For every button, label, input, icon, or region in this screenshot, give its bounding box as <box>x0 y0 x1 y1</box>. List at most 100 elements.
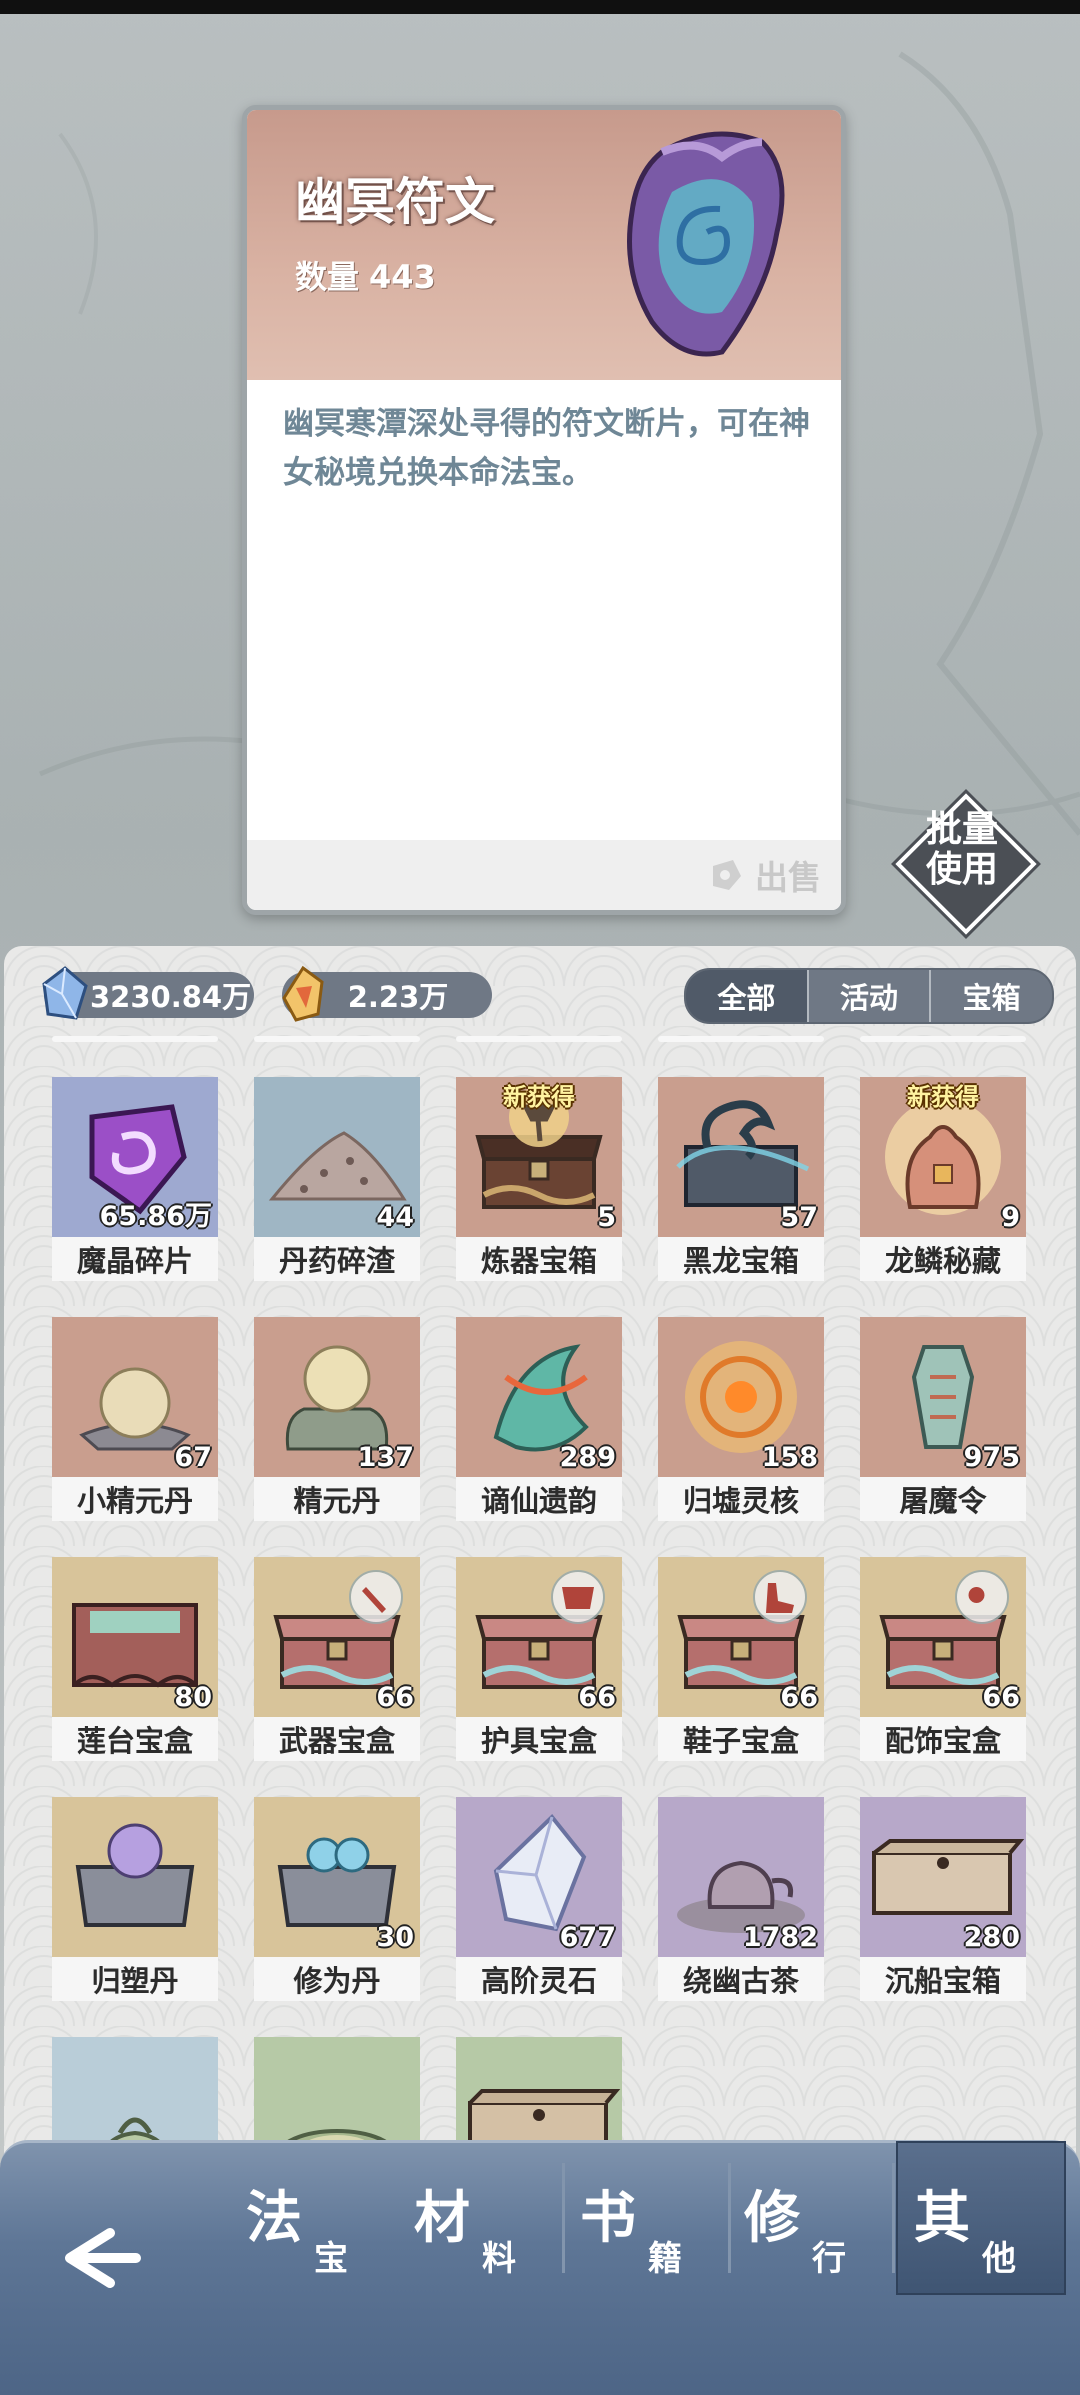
item-name: 沉船宝箱 <box>860 1957 1026 2001</box>
item-icon-frame: 30 <box>254 1797 420 1957</box>
inventory-slot[interactable]: 66 护具宝盒 <box>456 1557 622 1767</box>
item-icon-frame: 158 <box>658 1317 824 1477</box>
nav-tab-main-char: 其 <box>914 2186 970 2251</box>
inventory-slot[interactable]: 新获得 9 龙鳞秘藏 <box>860 1077 1026 1287</box>
item-detail-header: 幽冥符文 数量 443 <box>247 110 841 380</box>
nav-tab[interactable]: 其他 <box>896 2141 1066 2295</box>
inventory-slot[interactable]: 975 屠魔令 <box>860 1317 1026 1527</box>
inventory-slot[interactable]: 158 归墟灵核 <box>658 1317 824 1527</box>
sell-label: 出售 <box>755 858 821 897</box>
status-bar <box>0 0 1080 14</box>
divider <box>254 1036 420 1042</box>
item-count: 30 <box>376 1922 414 1953</box>
item-count: 66 <box>780 1682 818 1713</box>
item-name: 魔晶碎片 <box>52 1237 218 1281</box>
inventory-slot[interactable]: 67 小精元丹 <box>52 1317 218 1527</box>
filter-tab-chest[interactable]: 宝箱 <box>929 970 1052 1022</box>
item-name: 炼器宝箱 <box>456 1237 622 1281</box>
inventory-slot[interactable]: 65.86万魔晶碎片 <box>52 1077 218 1287</box>
item-count: 1782 <box>742 1922 818 1953</box>
item-name: 护具宝盒 <box>456 1717 622 1761</box>
item-count: 280 <box>963 1922 1020 1953</box>
item-icon-frame: 65.86万 <box>52 1077 218 1237</box>
item-icon-frame: 66 <box>860 1557 1026 1717</box>
inventory-slot[interactable]: 归塑丹 <box>52 1797 218 2007</box>
filter-tabs: 全部 活动 宝箱 <box>684 968 1054 1024</box>
sell-icon <box>713 860 741 890</box>
item-name: 配饰宝盒 <box>860 1717 1026 1761</box>
nav-tab-main-char: 材 <box>414 2186 470 2251</box>
item-count: 65.86万 <box>99 1201 212 1232</box>
item-name: 谪仙遗韵 <box>456 1477 622 1521</box>
nav-tab-main-char: 书 <box>580 2186 636 2251</box>
column-dividers <box>4 1036 1076 1044</box>
item-icon-frame: 新获得 9 <box>860 1077 1026 1237</box>
inventory-slot[interactable]: 280 沉船宝箱 <box>860 1797 1026 2007</box>
inventory-slot[interactable]: 66 鞋子宝盒 <box>658 1557 824 1767</box>
item-icon-frame: 137 <box>254 1317 420 1477</box>
item-icon-frame: 44 <box>254 1077 420 1237</box>
inventory-slot[interactable]: 44 丹药碎渣 <box>254 1077 420 1287</box>
item-count: 57 <box>780 1202 818 1233</box>
new-badge: 新获得 <box>503 1083 575 1111</box>
item-name: 归墟灵核 <box>658 1477 824 1521</box>
inventory-slot[interactable]: 677 高阶灵石 <box>456 1797 622 2007</box>
item-icon-frame: 280 <box>860 1797 1026 1957</box>
item-detail-card: 幽冥符文 数量 443 幽冥寒潭深处寻得的符文断片，可在神女秘境兑换本命法宝。 出… <box>242 105 846 915</box>
item-count: 9 <box>1001 1202 1020 1233</box>
item-title: 幽冥符文 <box>295 173 495 231</box>
item-icon-frame: 67 <box>52 1317 218 1477</box>
sell-button[interactable]: 出售 <box>707 848 821 902</box>
nav-tab-main-char: 修 <box>744 2186 800 2251</box>
item-count: 5 <box>597 1202 616 1233</box>
inventory-slot[interactable]: 1782 绕幽古茶 <box>658 1797 824 2007</box>
item-count: 158 <box>761 1442 818 1473</box>
item-count: 80 <box>174 1682 212 1713</box>
item-name: 鞋子宝盒 <box>658 1717 824 1761</box>
nav-tab-main-char: 法 <box>246 2186 302 2251</box>
item-icon-frame: 66 <box>456 1557 622 1717</box>
inventory-slot[interactable]: 新获得 5 炼器宝箱 <box>456 1077 622 1287</box>
batch-use-label: 批量 使用 <box>898 810 1026 890</box>
bottom-nav: 法宝材料书籍修行其他 <box>0 2140 1080 2395</box>
quantity-value: 443 <box>369 258 436 296</box>
inventory-slot[interactable]: 137 精元丹 <box>254 1317 420 1527</box>
currency-gold-crystal: 2.23万 <box>282 965 492 1022</box>
inventory-slot[interactable]: 30 修为丹 <box>254 1797 420 2007</box>
item-icon-frame <box>52 1797 218 1957</box>
inventory-slot[interactable]: 66 配饰宝盒 <box>860 1557 1026 1767</box>
nav-tab-sub-char: 宝 <box>314 2239 348 2279</box>
back-arrow-icon[interactable] <box>50 2213 150 2303</box>
item-count: 137 <box>357 1442 414 1473</box>
item-count: 975 <box>963 1442 1020 1473</box>
divider <box>860 1036 1026 1042</box>
batch-use-line1: 批量 <box>925 809 998 850</box>
filter-tab-event[interactable]: 活动 <box>806 970 930 1022</box>
rune-fragment-icon <box>627 131 785 357</box>
item-name: 莲台宝盒 <box>52 1717 218 1761</box>
nav-tab[interactable]: 书籍 <box>564 2143 730 2293</box>
inventory-slot[interactable]: 289 谪仙遗韵 <box>456 1317 622 1527</box>
nav-tab-sub-char: 料 <box>482 2239 516 2279</box>
divider <box>658 1036 824 1042</box>
item-name: 屠魔令 <box>860 1477 1026 1521</box>
batch-use-button[interactable]: 批量 使用 <box>891 789 1041 939</box>
item-detail-footer: 出售 <box>247 840 841 910</box>
inventory-slot[interactable]: 66 武器宝盒 <box>254 1557 420 1767</box>
blue-crystal-icon <box>42 966 88 1020</box>
item-name: 小精元丹 <box>52 1477 218 1521</box>
filter-tab-all[interactable]: 全部 <box>686 970 807 1022</box>
item-count: 66 <box>578 1682 616 1713</box>
inventory-slot[interactable]: 80 莲台宝盒 <box>52 1557 218 1767</box>
item-icon-frame: 80 <box>52 1557 218 1717</box>
nav-tab[interactable]: 修行 <box>728 2143 894 2293</box>
currency-blue-crystal: 3230.84万 <box>42 966 254 1020</box>
nav-tab-sub-char: 行 <box>812 2239 846 2279</box>
nav-tab[interactable]: 法宝 <box>230 2143 396 2293</box>
batch-use-line2: 使用 <box>925 849 998 890</box>
item-count: 66 <box>376 1682 414 1713</box>
item-icon-frame: 66 <box>254 1557 420 1717</box>
item-name: 黑龙宝箱 <box>658 1237 824 1281</box>
nav-tab[interactable]: 材料 <box>398 2143 564 2293</box>
inventory-slot[interactable]: 57 黑龙宝箱 <box>658 1077 824 1287</box>
